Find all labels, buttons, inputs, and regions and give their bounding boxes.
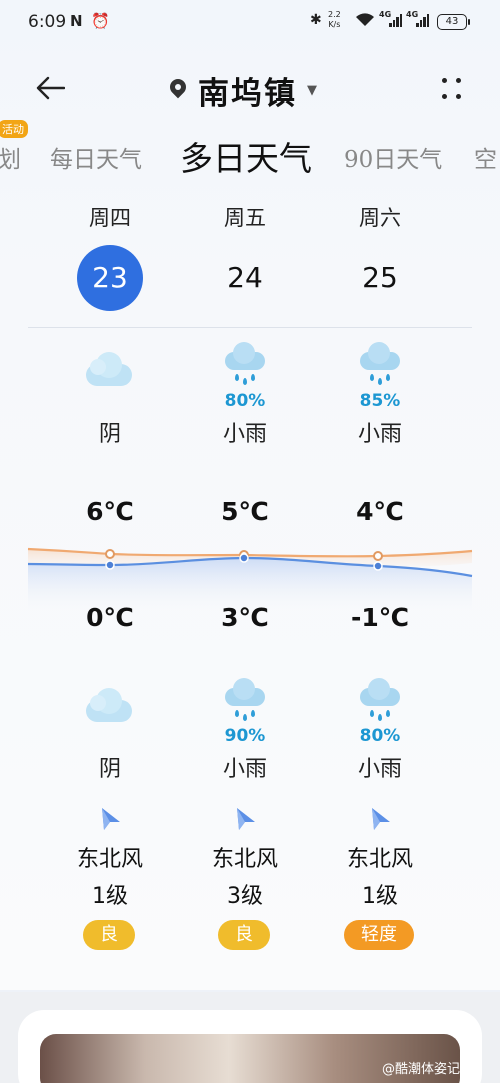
day-condition: 小雨 — [357, 422, 402, 447]
location-pin-icon — [170, 79, 186, 101]
signal-bars-icon — [416, 14, 430, 27]
dot — [442, 94, 447, 99]
dot — [456, 94, 461, 99]
location-name: 南坞镇 — [198, 75, 297, 112]
night-condition: 小雨 — [222, 757, 267, 782]
date-cell[interactable]: 25 — [310, 245, 450, 309]
divider — [28, 327, 472, 328]
night-condition: 小雨 — [357, 757, 402, 782]
tab-multi-day-weather[interactable]: 多日天气 — [180, 132, 312, 180]
day-condition: 小雨 — [222, 422, 267, 447]
more-button[interactable] — [436, 72, 470, 106]
low-point — [373, 561, 383, 571]
network-speed: 2.2 K/s — [328, 10, 341, 30]
high-temperature: 6℃ — [86, 497, 134, 526]
watermark-text: @酷潮体姿记 — [382, 1062, 461, 1077]
tab-air[interactable]: 空 — [474, 140, 497, 174]
wind-direction: 东北风 — [346, 847, 413, 872]
low-point — [239, 553, 249, 563]
aqi-badge: 良 — [83, 920, 135, 950]
high-temperature: 5℃ — [221, 497, 269, 526]
weekday-label: 周五 — [224, 206, 266, 230]
weekday-label: 周六 — [359, 206, 401, 230]
low-temperature: 0℃ — [86, 603, 134, 632]
high-point — [105, 549, 115, 559]
cloudy-icon — [82, 352, 138, 398]
tab-daily-weather[interactable]: 每日天气 — [50, 140, 142, 174]
status-bar: 6:09 N ⏰ ✱ 2.2 K/s 4G 4G 43 — [0, 0, 500, 46]
alarm-icon: ⏰ — [91, 12, 110, 30]
low-temperature: -1℃ — [350, 603, 410, 632]
date-number: 25 — [362, 261, 398, 294]
tab-bar: 活动 划 每日天气 多日天气 90日天气 空 — [0, 118, 500, 188]
night-condition: 阴 — [98, 757, 121, 782]
wind-direction-icon — [237, 808, 255, 830]
status-time: 6:09 — [28, 12, 67, 32]
weather-page: 6:09 N ⏰ ✱ 2.2 K/s 4G 4G 43 南坞镇 ▼ 活动 划 每… — [0, 0, 500, 1083]
wind-level: 1级 — [362, 884, 398, 909]
low-point — [105, 560, 115, 570]
date-selected: 23 — [77, 245, 143, 311]
high-point — [373, 551, 383, 561]
battery-icon: 43 — [437, 14, 470, 30]
wind-level: 3级 — [227, 884, 263, 909]
date-cell[interactable]: 23 — [40, 245, 180, 311]
wind-direction: 东北风 — [76, 847, 143, 872]
wind-level: 1级 — [92, 884, 128, 909]
precip-probability: 90% — [224, 726, 266, 746]
low-temperature: 3℃ — [221, 603, 269, 632]
light-rain-icon — [352, 678, 408, 730]
light-rain-icon — [217, 342, 273, 394]
tab-90-day-weather[interactable]: 90日天气 — [344, 140, 442, 174]
nfc-icon: N — [70, 12, 83, 30]
high-temperature: 4℃ — [356, 497, 404, 526]
signal-bars-icon — [389, 14, 403, 27]
bluetooth-icon: ✱ — [310, 12, 322, 28]
precip-probability: 80% — [224, 391, 266, 411]
wind-direction-icon — [102, 808, 120, 830]
wind-direction-icon — [372, 808, 390, 830]
light-rain-icon — [217, 678, 273, 730]
speed-unit: K/s — [328, 20, 341, 29]
dot — [442, 78, 447, 83]
day-condition: 阴 — [98, 422, 121, 447]
event-badge: 活动 — [0, 120, 28, 138]
arrow-left-icon — [36, 76, 65, 100]
weekday-label: 周四 — [89, 206, 131, 230]
wind-direction: 东北风 — [211, 847, 278, 872]
aqi-badge: 轻度 — [344, 920, 414, 950]
tab-plan[interactable]: 划 — [0, 140, 21, 174]
date-cell[interactable]: 24 — [175, 245, 315, 309]
dot — [456, 78, 461, 83]
wifi-icon — [355, 12, 375, 31]
light-rain-icon — [352, 342, 408, 394]
date-number: 24 — [227, 261, 263, 294]
back-button[interactable] — [30, 68, 70, 108]
speed-value: 2.2 — [328, 10, 341, 19]
precip-probability: 80% — [359, 726, 401, 746]
caret-down-icon: ▼ — [307, 82, 317, 98]
aqi-badge: 良 — [218, 920, 270, 950]
cloudy-icon — [82, 688, 138, 734]
precip-probability: 85% — [359, 391, 401, 411]
location-selector[interactable]: 南坞镇 ▼ — [170, 70, 317, 112]
